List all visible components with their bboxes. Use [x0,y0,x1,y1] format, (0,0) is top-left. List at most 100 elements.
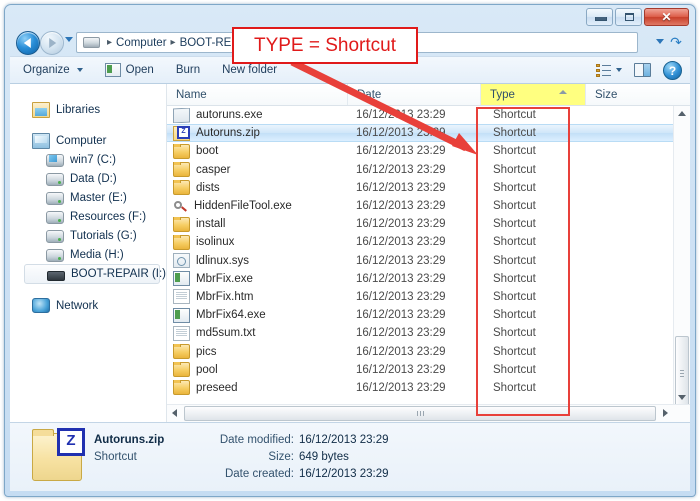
table-row[interactable]: Autoruns.zip 16/12/2013 23:29 Shortcut [167,124,674,143]
address-dropdown-icon[interactable] [656,39,664,44]
folder-icon [173,362,190,378]
column-header-label: Type [490,88,515,101]
history-dropdown-icon[interactable] [65,37,73,42]
sidebar-item-boot-repair-i[interactable]: BOOT-REPAIR (I:) [24,264,166,284]
table-row[interactable]: MbrFix64.exe 16/12/2013 23:29 Shortcut [167,306,674,324]
table-row[interactable]: install 16/12/2013 23:29 Shortcut [167,215,674,233]
table-row[interactable]: isolinux 16/12/2013 23:29 Shortcut [167,233,674,251]
table-row[interactable]: pool 16/12/2013 23:29 Shortcut [167,361,674,379]
table-row[interactable]: ldlinux.sys 16/12/2013 23:29 Shortcut [167,252,674,270]
table-row[interactable]: HiddenFileTool.exe 16/12/2013 23:29 Shortc… [167,197,674,215]
column-header-type[interactable]: Type [480,84,585,105]
file-date-cell: 16/12/2013 23:29 [356,363,446,376]
folder-icon [173,216,190,232]
table-row[interactable]: boot 16/12/2013 23:29 Shortcut [167,142,674,160]
sidebar-item-label: Media (H:) [70,248,124,261]
file-date-cell: 16/12/2013 23:29 [356,218,446,231]
breadcrumb-computer[interactable]: Computer [116,37,167,49]
file-date-cell: 16/12/2013 23:29 [356,381,446,394]
file-date-cell: 16/12/2013 23:29 [356,290,446,303]
folder-icon [173,344,190,360]
scroll-left-button[interactable] [167,405,183,421]
sidebar-item-label: Master (E:) [70,191,127,204]
horizontal-scrollbar[interactable] [167,404,690,422]
organize-menu-button[interactable]: Organize [14,60,92,80]
close-button[interactable]: ✕ [644,8,689,26]
open-button[interactable]: Open [96,59,163,81]
sidebar-item-label: Tutorials (G:) [70,229,137,242]
file-type-cell: Shortcut [493,381,536,394]
column-header-size[interactable]: Size [585,84,690,105]
file-name-label: HiddenFileTool.exe [194,200,292,213]
details-date-created-value: 16/12/2013 23:29 [299,467,389,480]
library-icon [32,101,50,118]
file-name-cell: casper [167,162,347,178]
file-name-label: pics [196,345,217,358]
sidebar-item-network[interactable]: Network [10,296,166,315]
column-header-name[interactable]: Name [167,84,347,105]
sidebar-item-win7-c[interactable]: win7 (C:) [10,150,166,169]
file-name-label: boot [196,145,219,158]
back-button[interactable] [16,31,40,55]
sidebar-item-media-h[interactable]: Media (H:) [10,245,166,264]
folder-icon [173,234,190,250]
horizontal-scroll-thumb[interactable] [184,406,656,421]
refresh-icon[interactable]: ↷ [666,33,686,52]
table-row[interactable]: preseed 16/12/2013 23:29 Shortcut [167,379,674,397]
file-type-cell: Shortcut [493,309,536,322]
table-row[interactable]: casper 16/12/2013 23:29 Shortcut [167,161,674,179]
scroll-down-button[interactable] [674,389,690,405]
file-name-cell: MbrFix64.exe [167,307,347,323]
scroll-up-button[interactable] [674,106,690,122]
burn-button[interactable]: Burn [167,60,209,80]
file-type-cell: Shortcut [493,272,536,285]
table-row[interactable]: dists 16/12/2013 23:29 Shortcut [167,179,674,197]
view-chevron-down-icon[interactable] [616,68,622,72]
sidebar-item-master-e[interactable]: Master (E:) [10,188,166,207]
document-icon [173,289,190,305]
sidebar-item-label: Resources (F:) [70,210,147,223]
preview-pane-icon[interactable] [634,63,651,77]
file-name-label: ldlinux.sys [196,254,250,267]
sidebar-item-libraries[interactable]: Libraries [10,100,166,119]
sidebar-item-label: win7 (C:) [70,153,117,166]
file-rows: autoruns.exe16/12/2013 23:29ShortcutAuto… [167,106,674,405]
executable-icon [173,307,190,323]
table-row[interactable]: md5sum.txt 16/12/2013 23:29 Shortcut [167,324,674,342]
sidebar-item-label: BOOT-REPAIR (I:) [71,268,166,280]
vertical-scrollbar[interactable] [673,106,690,410]
file-date-cell: 16/12/2013 23:29 [356,127,446,140]
file-name-label: install [196,218,226,231]
table-row[interactable]: pics 16/12/2013 23:29 Shortcut [167,342,674,360]
sidebar-item-computer[interactable]: Computer [10,131,166,150]
details-size-label: Size: [268,450,294,463]
maximize-button[interactable] [615,8,642,26]
minimize-button[interactable] [586,8,613,26]
sidebar-item-data-d[interactable]: Data (D:) [10,169,166,188]
column-header-date[interactable]: Date [347,84,480,105]
help-button[interactable]: ? [663,60,682,80]
selected-file-icon: Z [32,428,85,481]
file-date-cell: 16/12/2013 23:29 [356,345,446,358]
scroll-right-button[interactable] [657,405,673,421]
sidebar-item-tutorials-g[interactable]: Tutorials (G:) [10,226,166,245]
view-options-icon[interactable] [596,63,611,77]
details-date-modified-label: Date modified: [219,433,294,446]
application-icon [173,107,190,123]
details-date-created-label: Date created: [224,467,294,480]
file-type-cell: Shortcut [493,218,536,231]
file-name-label: dists [196,181,220,194]
file-type-cell: Shortcut [493,200,536,213]
forward-button[interactable] [40,31,64,55]
file-name-label: preseed [196,381,238,394]
zip-icon [173,125,190,141]
details-text: Autoruns.zip Date modified: 16/12/2013 2… [94,432,389,483]
table-row[interactable]: MbrFix.htm 16/12/2013 23:29 Shortcut [167,288,674,306]
table-row[interactable]: autoruns.exe 16/12/2013 23:29 Shortcut [167,106,674,124]
minimize-icon [595,17,607,21]
details-file-type: Shortcut [94,450,137,463]
organize-label: Organize [23,64,70,76]
sidebar-item-resources-f[interactable]: Resources (F:) [10,207,166,226]
table-row[interactable]: MbrFix.exe 16/12/2013 23:29 Shortcut [167,270,674,288]
file-date-cell: 16/12/2013 23:29 [356,327,446,340]
